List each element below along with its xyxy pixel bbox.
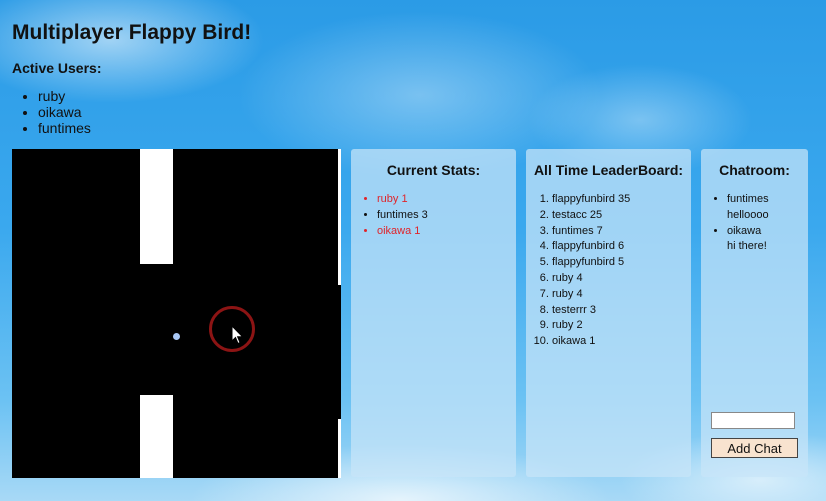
active-user-item: oikawa	[38, 104, 91, 120]
stat-item: oikawa 1	[377, 224, 516, 240]
leaderboard-panel: All Time LeaderBoard: flappyfunbird 35 t…	[526, 149, 691, 477]
chat-message-user: funtimes	[727, 193, 769, 205]
active-user-item: ruby	[38, 88, 91, 104]
current-stats-title: Current Stats:	[386, 162, 481, 178]
active-user-item: funtimes	[38, 120, 91, 136]
stat-item: funtimes 3	[377, 208, 516, 224]
pipe-bottom	[140, 395, 173, 478]
leaderboard-list: flappyfunbird 35 testacc 25 funtimes 7 f…	[526, 192, 691, 350]
leaderboard-title: All Time LeaderBoard:	[533, 162, 684, 178]
active-users-label: Active Users:	[12, 60, 102, 76]
stat-item: ruby 1	[377, 192, 516, 208]
pipe-edge-bottom	[338, 419, 341, 478]
leaderboard-item: flappyfunbird 35	[552, 192, 691, 208]
pipe-edge-top	[338, 149, 341, 285]
bird	[173, 333, 180, 340]
current-stats-panel: Current Stats: ruby 1 funtimes 3 oikawa …	[351, 149, 516, 477]
chat-messages: funtimes helloooo oikawa hi there!	[701, 192, 808, 255]
chatroom-title: Chatroom:	[719, 162, 790, 178]
leaderboard-item: ruby 4	[552, 287, 691, 303]
leaderboard-item: flappyfunbird 5	[552, 255, 691, 271]
leaderboard-item: testacc 25	[552, 208, 691, 224]
leaderboard-item: ruby 2	[552, 318, 691, 334]
leaderboard-item: flappyfunbird 6	[552, 239, 691, 255]
add-chat-button[interactable]: Add Chat	[711, 438, 798, 458]
pipe-top	[140, 149, 173, 264]
game-canvas[interactable]	[12, 149, 341, 478]
current-stats-list: ruby 1 funtimes 3 oikawa 1	[351, 192, 516, 239]
leaderboard-item: oikawa 1	[552, 334, 691, 350]
chat-input[interactable]	[711, 412, 795, 429]
page-title: Multiplayer Flappy Bird!	[12, 21, 252, 44]
leaderboard-item: testerrr 3	[552, 303, 691, 319]
chat-message-text: helloooo	[727, 208, 769, 221]
chatroom-panel: Chatroom: funtimes helloooo oikawa hi th…	[701, 149, 808, 477]
chat-message-text: hi there!	[727, 240, 767, 253]
leaderboard-item: ruby 4	[552, 271, 691, 287]
leaderboard-item: funtimes 7	[552, 224, 691, 240]
cursor-arrow-icon	[231, 325, 244, 345]
chat-message-user: oikawa	[727, 224, 762, 237]
chat-message: funtimes helloooo	[727, 192, 808, 224]
chat-message: oikawa hi there!	[727, 224, 808, 256]
active-users-list: ruby oikawa funtimes	[12, 88, 91, 136]
